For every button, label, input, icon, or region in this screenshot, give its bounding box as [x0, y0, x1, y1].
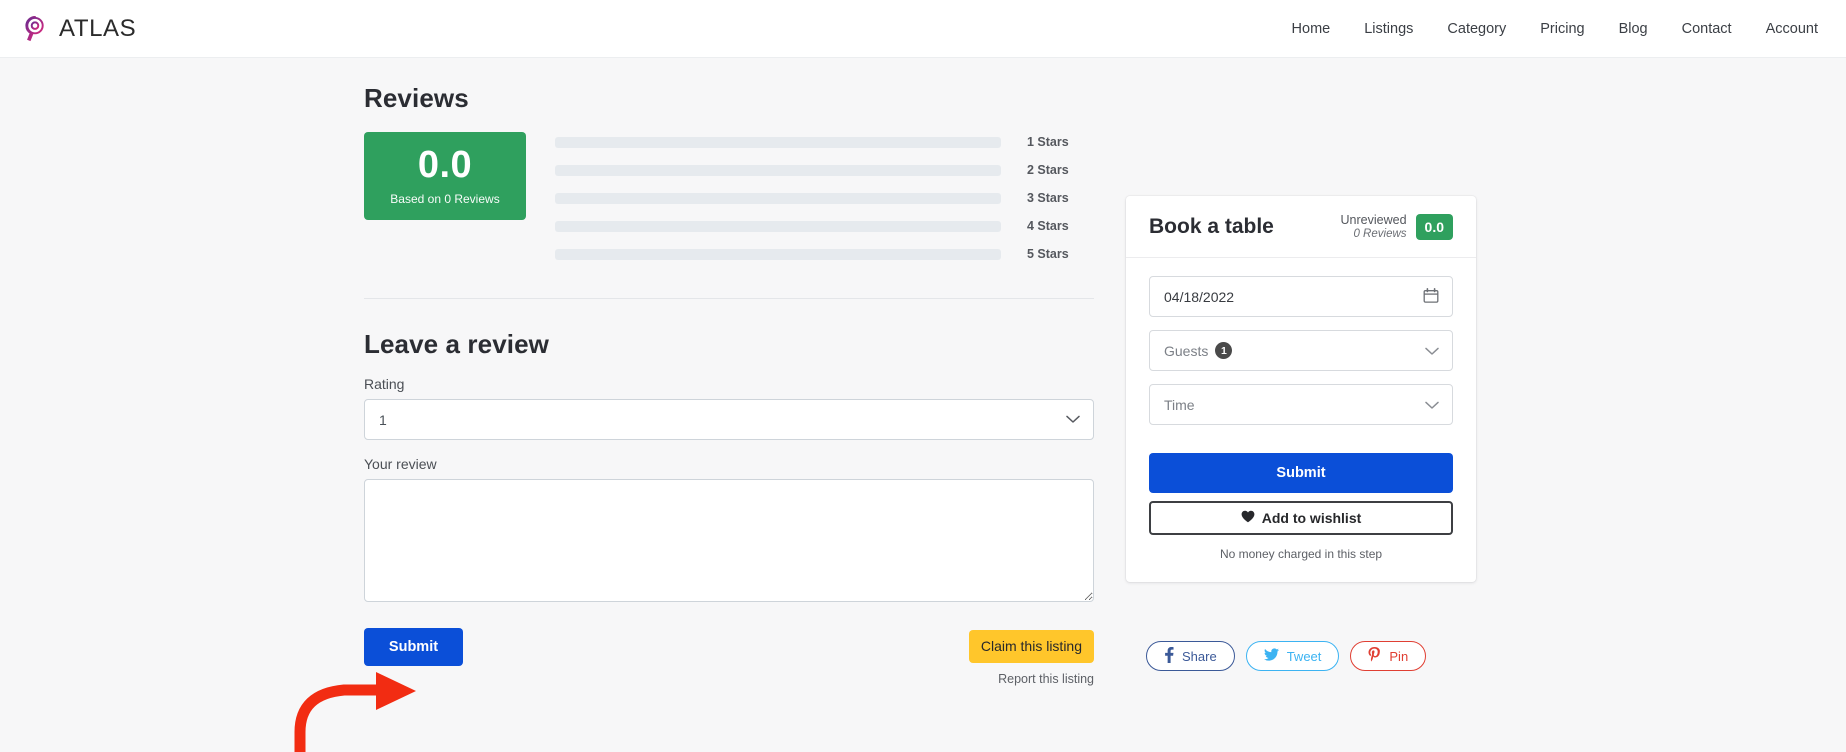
review-actions: Submit Claim this listing Report this li… — [294, 628, 1094, 752]
overall-score-box: 0.0 Based on 0 Reviews — [364, 132, 526, 220]
share-facebook-label: Share — [1182, 648, 1217, 664]
rating-summary: 0.0 Based on 0 Reviews 1 Stars 2 Stars 3… — [364, 132, 1094, 260]
review-textarea[interactable] — [364, 479, 1094, 602]
nav-item-category[interactable]: Category — [1447, 21, 1506, 37]
bar-label-4-star: 4 Stars — [1027, 219, 1069, 233]
map-pin-icon — [20, 14, 50, 44]
bar-label-5-star: 5 Stars — [1027, 247, 1069, 261]
rating-bar-labels: 1 Stars 2 Stars 3 Stars 4 Stars 5 Stars — [1027, 135, 1069, 261]
date-value: 04/18/2022 — [1164, 288, 1235, 305]
submit-review-button[interactable]: Submit — [364, 628, 463, 666]
guests-count-badge: 1 — [1215, 342, 1233, 360]
facebook-icon — [1164, 646, 1174, 666]
booking-card-body: 04/18/2022 Guests 1 Time Submit Add to w… — [1126, 258, 1476, 582]
nav-item-account[interactable]: Account — [1766, 21, 1818, 37]
booking-title: Book a table — [1149, 215, 1274, 239]
rating-count: 0 Reviews — [1353, 227, 1407, 240]
share-twitter-label: Tweet — [1286, 648, 1322, 664]
table-row — [555, 165, 1001, 176]
overall-score-value: 0.0 — [417, 144, 473, 187]
wishlist-label: Add to wishlist — [1261, 510, 1362, 527]
section-divider — [364, 298, 1094, 299]
reviews-heading: Reviews — [364, 83, 469, 113]
chevron-down-icon — [1425, 343, 1439, 359]
claim-listing-button[interactable]: Claim this listing — [968, 630, 1094, 663]
table-row — [555, 221, 1001, 232]
share-twitter-button[interactable]: Tweet — [1245, 641, 1340, 671]
time-select[interactable]: Time — [1149, 384, 1453, 426]
date-input[interactable]: 04/18/2022 — [1149, 276, 1453, 318]
bar-label-2-star: 2 Stars — [1027, 163, 1069, 177]
brand-name: ATLAS — [59, 14, 137, 42]
nav-item-home[interactable]: Home — [1292, 21, 1331, 37]
site-header: ATLAS Home Listings Category Pricing Blo… — [0, 0, 1846, 58]
nav-item-pricing[interactable]: Pricing — [1540, 21, 1584, 37]
rating-select-wrapper: 1 — [364, 399, 1094, 440]
rating-select[interactable]: 1 — [364, 399, 1094, 440]
main-navigation: Home Listings Category Pricing Blog Cont… — [1292, 21, 1824, 37]
guests-select[interactable]: Guests 1 — [1149, 330, 1453, 372]
guests-label: Guests — [1164, 342, 1209, 359]
bar-label-1-star: 1 Stars — [1027, 135, 1069, 149]
share-buttons: Share Tweet Pin — [1146, 641, 1427, 671]
table-row — [555, 137, 1001, 148]
brand-logo[interactable]: ATLAS — [20, 14, 136, 44]
page-body: Reviews 0.0 Based on 0 Reviews 1 Stars 2… — [0, 58, 1846, 752]
pinterest-icon — [1368, 646, 1381, 666]
overall-score-caption: Based on 0 Reviews — [390, 191, 500, 206]
bar-label-3-star: 3 Stars — [1027, 191, 1069, 205]
twitter-icon — [1263, 648, 1279, 664]
status-badge: 0.0 — [1415, 214, 1453, 241]
booking-card-header: Book a table Unreviewed 0 Reviews 0.0 — [1126, 196, 1476, 259]
leave-review-heading: Leave a review — [364, 329, 549, 359]
annotation-arrow-icon — [288, 654, 468, 752]
rating-bars — [555, 137, 1001, 260]
table-row — [555, 193, 1001, 204]
report-listing-link[interactable]: Report this listing — [998, 672, 1094, 686]
nav-item-contact[interactable]: Contact — [1682, 21, 1732, 37]
time-label: Time — [1164, 396, 1195, 413]
share-pinterest-label: Pin — [1389, 648, 1409, 664]
nav-item-blog[interactable]: Blog — [1619, 21, 1648, 37]
booking-rating: Unreviewed 0 Reviews 0.0 — [1341, 213, 1453, 241]
table-row — [555, 249, 1001, 260]
booking-footnote: No money charged in this step — [1219, 547, 1383, 562]
share-facebook-button[interactable]: Share — [1146, 641, 1235, 671]
heart-icon — [1241, 510, 1255, 526]
nav-item-listings[interactable]: Listings — [1364, 21, 1413, 37]
calendar-icon — [1423, 287, 1439, 306]
reviews-column: Reviews 0.0 Based on 0 Reviews 1 Stars 2… — [294, 58, 1094, 752]
review-field-label: Your review — [364, 456, 437, 472]
rating-field-label: Rating — [364, 376, 405, 392]
rating-breakdown: 1 Stars 2 Stars 3 Stars 4 Stars 5 Stars — [555, 132, 1069, 260]
booking-rating-text: Unreviewed 0 Reviews — [1341, 213, 1407, 241]
booking-card: Book a table Unreviewed 0 Reviews 0.0 04… — [1126, 196, 1476, 583]
share-pinterest-button[interactable]: Pin — [1350, 641, 1427, 671]
booking-submit-button[interactable]: Submit — [1149, 453, 1453, 494]
add-to-wishlist-button[interactable]: Add to wishlist — [1149, 501, 1453, 536]
chevron-down-icon — [1425, 397, 1439, 413]
rating-status: Unreviewed — [1340, 213, 1407, 227]
